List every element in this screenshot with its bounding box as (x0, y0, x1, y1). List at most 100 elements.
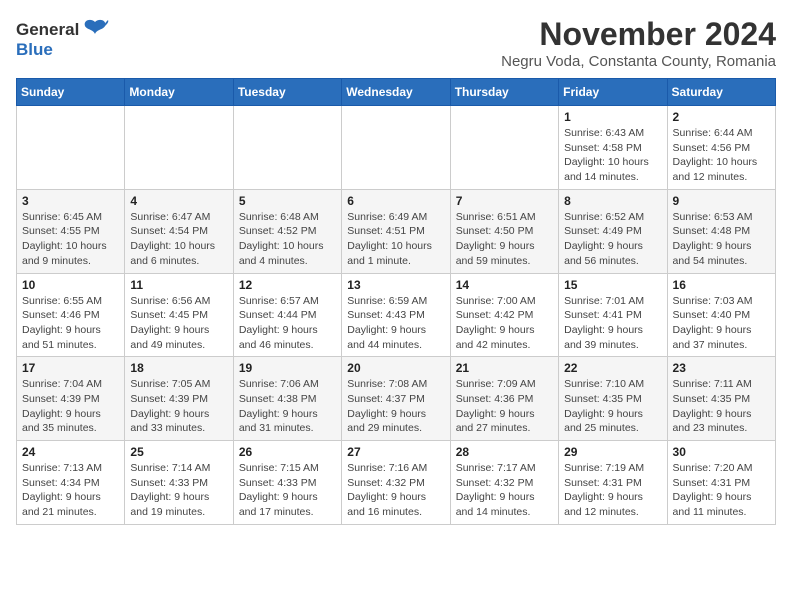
calendar-cell: 1Sunrise: 6:43 AM Sunset: 4:58 PM Daylig… (559, 106, 667, 190)
col-wednesday: Wednesday (342, 79, 450, 106)
day-info: Sunrise: 6:44 AM Sunset: 4:56 PM Dayligh… (673, 126, 770, 185)
day-number: 20 (347, 361, 444, 375)
calendar-cell: 16 Sunrise: 7:03 AM Sunset: 4:40 PM Dayli… (667, 273, 775, 357)
day-number: 24 (22, 445, 119, 459)
day-info: Sunrise: 7:05 AM Sunset: 4:39 PM Dayligh… (130, 377, 227, 436)
day-info: Sunrise: 7:00 AM Sunset: 4:42 PM Dayligh… (456, 294, 553, 353)
day-number: 28 (456, 445, 553, 459)
day-number: 18 (130, 361, 227, 375)
day-info: Sunrise: 7:15 AM Sunset: 4:33 PM Dayligh… (239, 461, 336, 520)
day-number: 5 (239, 194, 336, 208)
logo-blue-text: Blue (16, 40, 53, 60)
day-info: Sunrise: 7:04 AM Sunset: 4:39 PM Dayligh… (22, 377, 119, 436)
logo-general-text: General (16, 20, 79, 40)
day-info: Sunrise: 7:13 AM Sunset: 4:34 PM Dayligh… (22, 461, 119, 520)
calendar-cell: 3 Sunrise: 6:45 AM Sunset: 4:55 PM Daylig… (17, 189, 125, 273)
day-info: Sunrise: 6:56 AM Sunset: 4:45 PM Dayligh… (130, 294, 227, 353)
day-info: Sunrise: 6:43 AM Sunset: 4:58 PM Dayligh… (564, 126, 661, 185)
day-number: 6 (347, 194, 444, 208)
title-area: November 2024 Negru Voda, Constanta Coun… (501, 16, 776, 70)
header-row: Sunday Monday Tuesday Wednesday Thursday… (17, 79, 776, 106)
calendar-cell: 22 Sunrise: 7:10 AM Sunset: 4:35 PM Dayli… (559, 357, 667, 441)
day-number: 7 (456, 194, 553, 208)
day-info: Sunrise: 6:47 AM Sunset: 4:54 PM Dayligh… (130, 210, 227, 269)
calendar-cell: 15Sunrise: 7:01 AM Sunset: 4:41 PM Dayli… (559, 273, 667, 357)
logo-bird-icon (81, 16, 109, 44)
day-number: 25 (130, 445, 227, 459)
day-info: Sunrise: 7:03 AM Sunset: 4:40 PM Dayligh… (673, 294, 770, 353)
day-info: Sunrise: 6:52 AM Sunset: 4:49 PM Dayligh… (564, 210, 661, 269)
day-number: 23 (673, 361, 770, 375)
day-number: 11 (130, 278, 227, 292)
day-info: Sunrise: 6:51 AM Sunset: 4:50 PM Dayligh… (456, 210, 553, 269)
day-number: 12 (239, 278, 336, 292)
day-info: Sunrise: 6:45 AM Sunset: 4:55 PM Dayligh… (22, 210, 119, 269)
day-info: Sunrise: 7:20 AM Sunset: 4:31 PM Dayligh… (673, 461, 770, 520)
calendar-cell: 5 Sunrise: 6:48 AM Sunset: 4:52 PM Daylig… (233, 189, 341, 273)
col-thursday: Thursday (450, 79, 558, 106)
calendar-week-5: 24 Sunrise: 7:13 AM Sunset: 4:34 PM Dayli… (17, 441, 776, 525)
day-number: 13 (347, 278, 444, 292)
day-info: Sunrise: 7:14 AM Sunset: 4:33 PM Dayligh… (130, 461, 227, 520)
calendar-cell: 26 Sunrise: 7:15 AM Sunset: 4:33 PM Dayli… (233, 441, 341, 525)
calendar-subtitle: Negru Voda, Constanta County, Romania (501, 53, 776, 70)
day-info: Sunrise: 7:11 AM Sunset: 4:35 PM Dayligh… (673, 377, 770, 436)
calendar-week-2: 3 Sunrise: 6:45 AM Sunset: 4:55 PM Daylig… (17, 189, 776, 273)
header: General Blue November 2024 Negru Voda, C… (16, 16, 776, 70)
calendar-table: Sunday Monday Tuesday Wednesday Thursday… (16, 78, 776, 525)
day-number: 26 (239, 445, 336, 459)
calendar-cell: 29Sunrise: 7:19 AM Sunset: 4:31 PM Dayli… (559, 441, 667, 525)
calendar-cell: 7 Sunrise: 6:51 AM Sunset: 4:50 PM Daylig… (450, 189, 558, 273)
calendar-cell (450, 106, 558, 190)
day-info: Sunrise: 7:10 AM Sunset: 4:35 PM Dayligh… (564, 377, 661, 436)
calendar-cell: 12 Sunrise: 6:57 AM Sunset: 4:44 PM Dayli… (233, 273, 341, 357)
calendar-cell: 10Sunrise: 6:55 AM Sunset: 4:46 PM Dayli… (17, 273, 125, 357)
col-saturday: Saturday (667, 79, 775, 106)
calendar-cell: 13 Sunrise: 6:59 AM Sunset: 4:43 PM Dayli… (342, 273, 450, 357)
day-number: 8 (564, 194, 661, 208)
day-number: 22 (564, 361, 661, 375)
day-number: 27 (347, 445, 444, 459)
calendar-cell: 8 Sunrise: 6:52 AM Sunset: 4:49 PM Daylig… (559, 189, 667, 273)
logo: General Blue (16, 16, 109, 60)
calendar-week-3: 10Sunrise: 6:55 AM Sunset: 4:46 PM Dayli… (17, 273, 776, 357)
col-tuesday: Tuesday (233, 79, 341, 106)
day-info: Sunrise: 6:48 AM Sunset: 4:52 PM Dayligh… (239, 210, 336, 269)
calendar-cell: 20Sunrise: 7:08 AM Sunset: 4:37 PM Dayli… (342, 357, 450, 441)
calendar-cell (233, 106, 341, 190)
day-number: 30 (673, 445, 770, 459)
day-number: 17 (22, 361, 119, 375)
day-info: Sunrise: 6:53 AM Sunset: 4:48 PM Dayligh… (673, 210, 770, 269)
calendar-header: Sunday Monday Tuesday Wednesday Thursday… (17, 79, 776, 106)
day-number: 9 (673, 194, 770, 208)
calendar-cell: 30 Sunrise: 7:20 AM Sunset: 4:31 PM Dayli… (667, 441, 775, 525)
day-info: Sunrise: 6:57 AM Sunset: 4:44 PM Dayligh… (239, 294, 336, 353)
calendar-cell: 27 Sunrise: 7:16 AM Sunset: 4:32 PM Dayli… (342, 441, 450, 525)
day-number: 16 (673, 278, 770, 292)
day-info: Sunrise: 7:09 AM Sunset: 4:36 PM Dayligh… (456, 377, 553, 436)
calendar-cell: 28 Sunrise: 7:17 AM Sunset: 4:32 PM Dayli… (450, 441, 558, 525)
col-monday: Monday (125, 79, 233, 106)
day-number: 21 (456, 361, 553, 375)
day-info: Sunrise: 7:16 AM Sunset: 4:32 PM Dayligh… (347, 461, 444, 520)
day-number: 3 (22, 194, 119, 208)
calendar-cell: 11 Sunrise: 6:56 AM Sunset: 4:45 PM Dayli… (125, 273, 233, 357)
day-info: Sunrise: 7:06 AM Sunset: 4:38 PM Dayligh… (239, 377, 336, 436)
calendar-cell: 25 Sunrise: 7:14 AM Sunset: 4:33 PM Dayli… (125, 441, 233, 525)
calendar-week-4: 17 Sunrise: 7:04 AM Sunset: 4:39 PM Dayli… (17, 357, 776, 441)
calendar-cell: 21 Sunrise: 7:09 AM Sunset: 4:36 PM Dayli… (450, 357, 558, 441)
day-number: 2 (673, 110, 770, 124)
day-info: Sunrise: 6:55 AM Sunset: 4:46 PM Dayligh… (22, 294, 119, 353)
day-number: 19 (239, 361, 336, 375)
calendar-cell: 19 Sunrise: 7:06 AM Sunset: 4:38 PM Dayli… (233, 357, 341, 441)
day-info: Sunrise: 6:59 AM Sunset: 4:43 PM Dayligh… (347, 294, 444, 353)
day-number: 29 (564, 445, 661, 459)
calendar-cell: 2 Sunrise: 6:44 AM Sunset: 4:56 PM Daylig… (667, 106, 775, 190)
calendar-cell (125, 106, 233, 190)
day-number: 14 (456, 278, 553, 292)
day-info: Sunrise: 7:17 AM Sunset: 4:32 PM Dayligh… (456, 461, 553, 520)
calendar-body: 1Sunrise: 6:43 AM Sunset: 4:58 PM Daylig… (17, 106, 776, 525)
day-info: Sunrise: 7:01 AM Sunset: 4:41 PM Dayligh… (564, 294, 661, 353)
calendar-cell (17, 106, 125, 190)
calendar-cell: 4Sunrise: 6:47 AM Sunset: 4:54 PM Daylig… (125, 189, 233, 273)
